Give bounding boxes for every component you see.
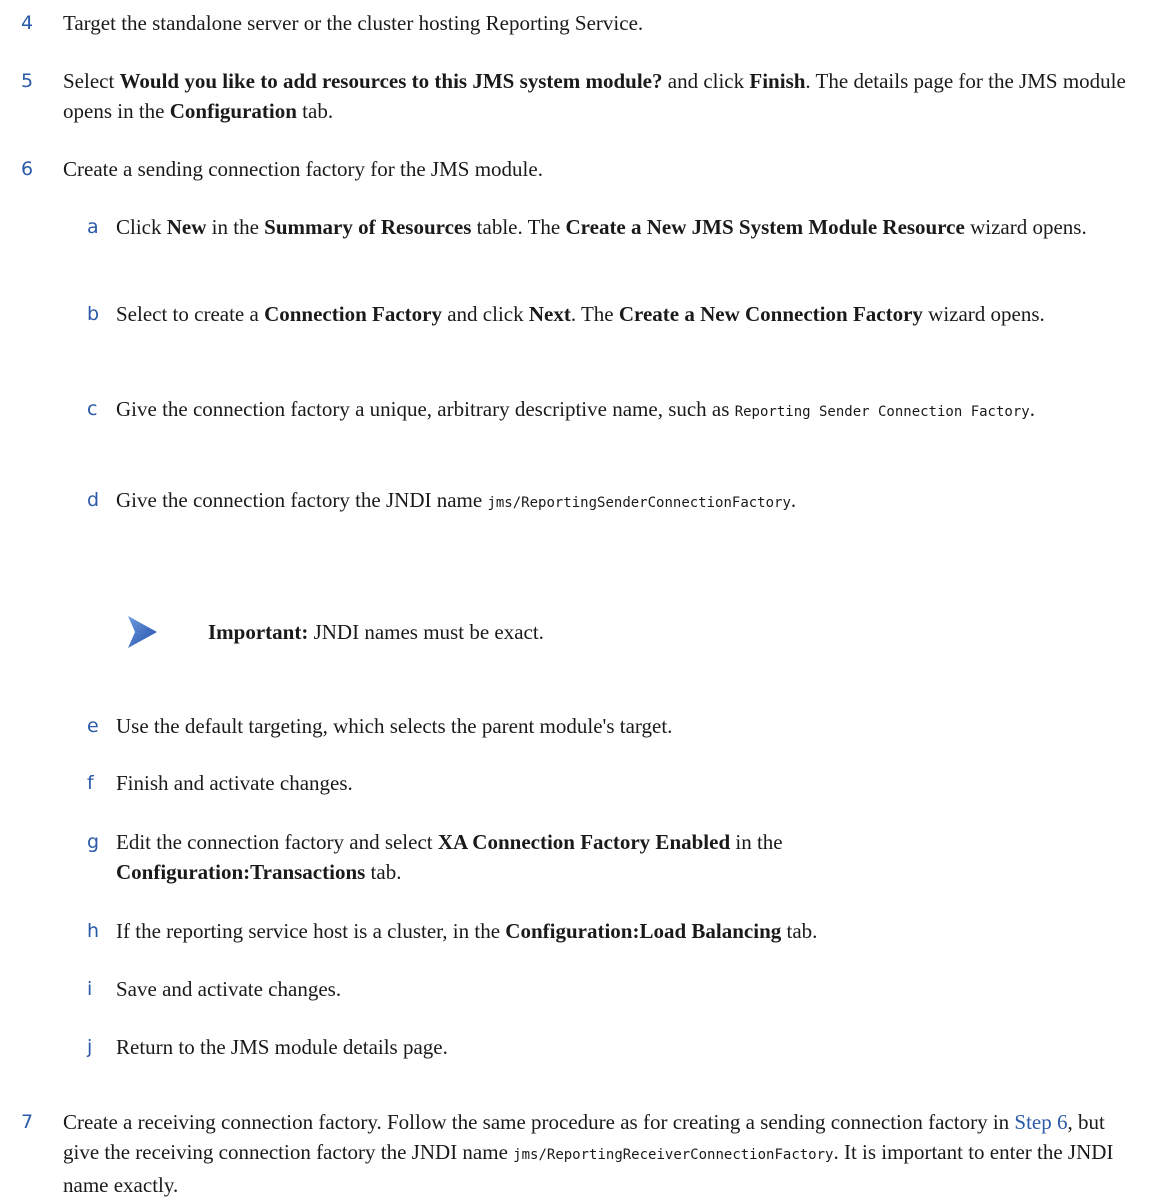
substep-letter: a: [87, 216, 99, 238]
code-jndi-name: jms/ReportingReceiverConnectionFactory: [513, 1147, 834, 1163]
substep-letter: i: [87, 978, 93, 1000]
step-number: 4: [21, 12, 34, 34]
substep-letter: e: [87, 715, 99, 737]
substep-letter: j: [87, 1036, 93, 1058]
substep-text: Use the default targeting, which selects…: [116, 714, 673, 738]
substep-text: If the reporting service host is a clust…: [116, 919, 818, 943]
substep-letter: f: [87, 772, 94, 794]
substep-letter: b: [87, 303, 100, 325]
substep-text: Finish and activate changes.: [116, 771, 353, 795]
substep-text: Click New in the Summary of Resources ta…: [116, 215, 1087, 239]
substep-letter: g: [87, 831, 100, 853]
substep-text: Edit the connection factory and select X…: [116, 830, 783, 884]
substep-text: Give the connection factory the JNDI nam…: [116, 488, 797, 512]
code-jndi-name: jms/ReportingSenderConnectionFactory: [487, 495, 791, 511]
substep-letter: d: [87, 489, 100, 511]
step-6-link[interactable]: Step 6: [1014, 1110, 1067, 1134]
important-note: Important: JNDI names must be exact.: [126, 613, 1026, 653]
substep-letter: c: [87, 398, 98, 420]
step-text: Select Would you like to add resources t…: [63, 69, 1126, 123]
important-text: Important: JNDI names must be exact.: [208, 620, 544, 644]
substep-text: Save and activate changes.: [116, 977, 342, 1001]
document-page: { "steps": { "s4": {"num": "4", "text": …: [0, 0, 1151, 1197]
substep-letter: h: [87, 920, 100, 942]
substep-text: Give the connection factory a unique, ar…: [116, 397, 1035, 421]
substep-text: Select to create a Connection Factory an…: [116, 302, 1045, 326]
step-text: Create a sending connection factory for …: [63, 157, 543, 181]
substep-text: Return to the JMS module details page.: [116, 1035, 448, 1059]
arrow-right-icon: [128, 616, 157, 648]
step-text: Create a receiving connection factory. F…: [63, 1110, 1114, 1197]
step-number: 5: [21, 70, 34, 92]
step-number: 6: [21, 158, 34, 180]
code-name: Reporting Sender Connection Factory: [734, 404, 1030, 420]
step-text: Target the standalone server or the clus…: [63, 11, 644, 35]
step-number: 7: [21, 1111, 34, 1133]
